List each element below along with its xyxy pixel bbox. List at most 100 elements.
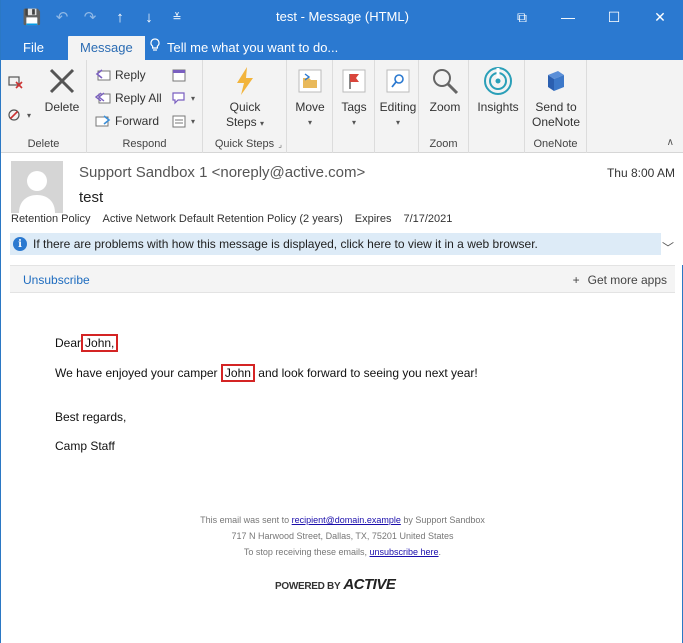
footer-sent-prefix: This email was sent to [200, 515, 290, 525]
undo-icon[interactable]: ↶ [51, 6, 73, 28]
insights-button[interactable]: Insights [473, 64, 523, 115]
group-quick-steps: Quick Steps ▾ Quick Steps ⌟ [203, 60, 287, 153]
more-respond-icon [171, 113, 187, 129]
quick-steps-button[interactable]: Quick Steps ▾ [221, 64, 269, 131]
lightning-icon [228, 64, 262, 98]
insights-label: Insights [477, 100, 519, 114]
get-more-apps-button[interactable]: + Get more apps [573, 273, 667, 287]
group-quick-steps-label: Quick Steps [214, 138, 275, 150]
signature-line: Camp Staff [55, 439, 115, 453]
send-to-onenote-button[interactable]: Send to OneNote [528, 64, 584, 130]
delete-x-icon [45, 64, 79, 98]
insights-icon [481, 64, 515, 98]
policy-label: Retention Policy [11, 213, 91, 225]
group-tags: Tags ▾ [333, 60, 375, 153]
im-button[interactable]: ▾ [171, 87, 195, 109]
body-line-2: We have enjoyed your camper John and loo… [55, 364, 478, 382]
group-delete: ▾ Delete Delete [1, 60, 87, 153]
message-body: Dear John, We have enjoyed your camper Jo… [1, 294, 683, 643]
group-move: Move ▾ [287, 60, 333, 153]
move-button[interactable]: Move ▾ [291, 64, 329, 130]
ignore-button[interactable] [7, 70, 23, 92]
save-icon[interactable]: 💾 [21, 6, 43, 28]
footer-stop-prefix: To stop receiving these emails, [243, 547, 367, 557]
camper-name-highlight: John [220, 364, 255, 382]
tags-button[interactable]: Tags ▾ [335, 64, 373, 130]
ignore-icon [7, 73, 23, 89]
greeting-name-highlight: John, [81, 334, 119, 352]
quick-steps-label-2: Steps ▾ [225, 115, 265, 129]
next-item-icon[interactable]: ↓ [138, 6, 160, 28]
close-button[interactable]: ✕ [637, 0, 683, 34]
move-dropdown-icon: ▾ [307, 118, 312, 127]
meeting-icon [171, 67, 187, 83]
ribbon-display-options-icon[interactable]: ⧉ [499, 0, 545, 34]
find-icon [381, 64, 415, 98]
footer-stop-suffix: . [438, 547, 442, 557]
get-more-apps-label: Get more apps [587, 273, 667, 287]
tab-message[interactable]: Message [68, 36, 145, 60]
junk-dropdown-icon[interactable]: ▾ [27, 111, 31, 120]
minimize-button[interactable]: — [545, 0, 591, 34]
expand-header-icon[interactable]: ﹀ [662, 239, 674, 256]
avatar [11, 161, 63, 213]
powered-by-active-logo: POWERED BY ACTIVE [275, 576, 396, 593]
info-bar[interactable]: i If there are problems with how this me… [10, 233, 661, 255]
closing-line: Best regards, [55, 410, 127, 424]
recipient-email-link[interactable]: recipient@domain.example [292, 515, 401, 525]
message-header: Support Sandbox 1 <noreply@active.com> t… [1, 153, 683, 265]
group-editing: Editing ▾ [375, 60, 419, 153]
reply-all-label: Reply All [115, 91, 162, 105]
greeting-line: Dear John, [55, 334, 119, 352]
tab-file[interactable]: File [11, 36, 56, 60]
group-onenote: Send to OneNote OneNote [525, 60, 587, 153]
received-date: Thu 8:00 AM [606, 166, 675, 180]
group-respond-label: Respond [122, 138, 167, 150]
tell-me-box[interactable]: Tell me what you want to do... [149, 36, 338, 60]
editing-button[interactable]: Editing ▾ [377, 64, 419, 130]
plus-icon: + [572, 273, 580, 287]
im-icon [171, 90, 187, 106]
reply-all-button[interactable]: Reply All [95, 87, 162, 109]
group-insights: Insights [469, 60, 525, 153]
active-brand-text: ACTIVE [343, 576, 396, 593]
forward-button[interactable]: Forward [95, 110, 159, 132]
folder-icon [293, 64, 327, 98]
tags-dropdown-icon: ▾ [351, 118, 356, 127]
group-zoom: Zoom Zoom [419, 60, 469, 153]
zoom-button[interactable]: Zoom [425, 64, 465, 115]
im-dropdown-icon[interactable]: ▾ [191, 94, 195, 103]
move-label: Move [295, 100, 325, 114]
reply-button[interactable]: Reply [95, 64, 146, 86]
delete-button[interactable]: Delete [41, 64, 83, 115]
previous-item-icon[interactable]: ↑ [109, 6, 131, 28]
more-respond-dropdown-icon[interactable]: ▾ [191, 117, 195, 126]
unsubscribe-here-link[interactable]: unsubscribe here [370, 547, 439, 557]
meeting-button[interactable] [171, 64, 187, 86]
info-icon: i [13, 237, 27, 251]
more-respond-button[interactable]: ▾ [171, 110, 195, 132]
zoom-label: Zoom [429, 100, 461, 114]
footer-sent-suffix: by Support Sandbox [403, 515, 485, 525]
group-respond: Reply Reply All Forward ▾ ▾ Respond [87, 60, 203, 153]
expires-label: Expires [354, 213, 392, 225]
sender[interactable]: Support Sandbox 1 <noreply@active.com> [79, 164, 365, 181]
dialog-launcher-icon[interactable]: ⌟ [278, 140, 282, 149]
junk-button[interactable]: ▾ [7, 104, 31, 126]
redo-icon[interactable]: ↷ [79, 6, 101, 28]
maximize-button[interactable]: ☐ [591, 0, 637, 34]
editing-label: Editing [379, 100, 417, 114]
magnifier-icon [428, 64, 462, 98]
onenote-icon [539, 64, 573, 98]
collapse-ribbon-icon[interactable]: ∧ [667, 137, 674, 148]
powered-by-text: POWERED BY [275, 581, 341, 592]
greeting-prefix: Dear [55, 336, 82, 350]
send-onenote-label-2: OneNote [531, 115, 581, 129]
customize-toolbar-icon[interactable]: ≚ [166, 6, 188, 28]
ribbon: ▾ Delete Delete Reply Reply All Forward … [1, 60, 683, 153]
flag-icon [337, 64, 371, 98]
delete-label: Delete [44, 100, 80, 114]
unsubscribe-link[interactable]: Unsubscribe [23, 273, 90, 287]
footer-stop: To stop receiving these emails, unsubscr… [1, 547, 683, 557]
lightbulb-icon [149, 36, 161, 60]
